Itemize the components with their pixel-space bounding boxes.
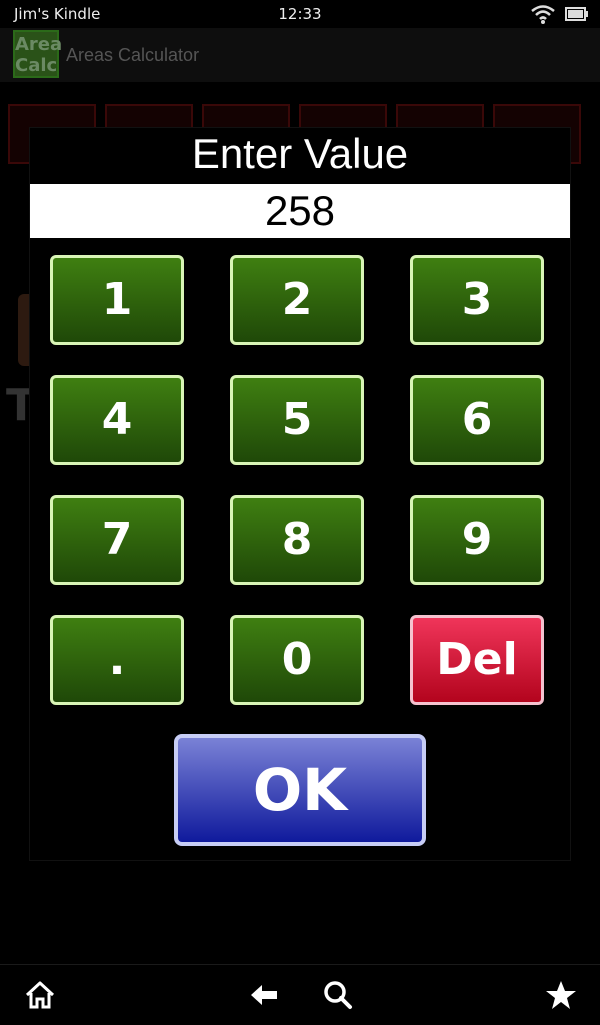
wifi-icon xyxy=(531,5,555,24)
dialog-title: Enter Value xyxy=(191,130,409,177)
delete-button[interactable]: Del xyxy=(410,615,544,705)
status-bar: Jim's Kindle 12:33 xyxy=(0,0,600,28)
key-6[interactable]: 6 xyxy=(410,375,544,465)
value-display[interactable]: 258 xyxy=(30,184,570,238)
key-decimal[interactable]: . xyxy=(50,615,184,705)
key-4[interactable]: 4 xyxy=(50,375,184,465)
app-bar: Area Calc Areas Calculator xyxy=(0,28,600,82)
key-3[interactable]: 3 xyxy=(410,255,544,345)
key-5[interactable]: 5 xyxy=(230,375,364,465)
key-9[interactable]: 9 xyxy=(410,495,544,585)
key-8[interactable]: 8 xyxy=(230,495,364,585)
key-1[interactable]: 1 xyxy=(50,255,184,345)
key-0[interactable]: 0 xyxy=(230,615,364,705)
app-title: Areas Calculator xyxy=(66,45,200,65)
back-icon[interactable] xyxy=(248,979,280,1011)
clock: 12:33 xyxy=(278,5,322,23)
favorites-icon[interactable] xyxy=(545,979,577,1011)
app-logo: Area Calc xyxy=(13,30,63,78)
home-icon[interactable] xyxy=(24,979,56,1011)
ok-button[interactable]: OK xyxy=(174,734,426,846)
app-logo-line2: Calc xyxy=(15,55,58,76)
app-logo-line1: Area xyxy=(15,34,63,55)
key-2[interactable]: 2 xyxy=(230,255,364,345)
battery-icon xyxy=(565,7,588,21)
nav-bar xyxy=(0,964,600,1025)
key-7[interactable]: 7 xyxy=(50,495,184,585)
enter-value-dialog: Enter Value 258 1 2 3 4 5 6 7 8 9 . 0 De… xyxy=(30,128,570,860)
search-icon[interactable] xyxy=(322,979,354,1011)
